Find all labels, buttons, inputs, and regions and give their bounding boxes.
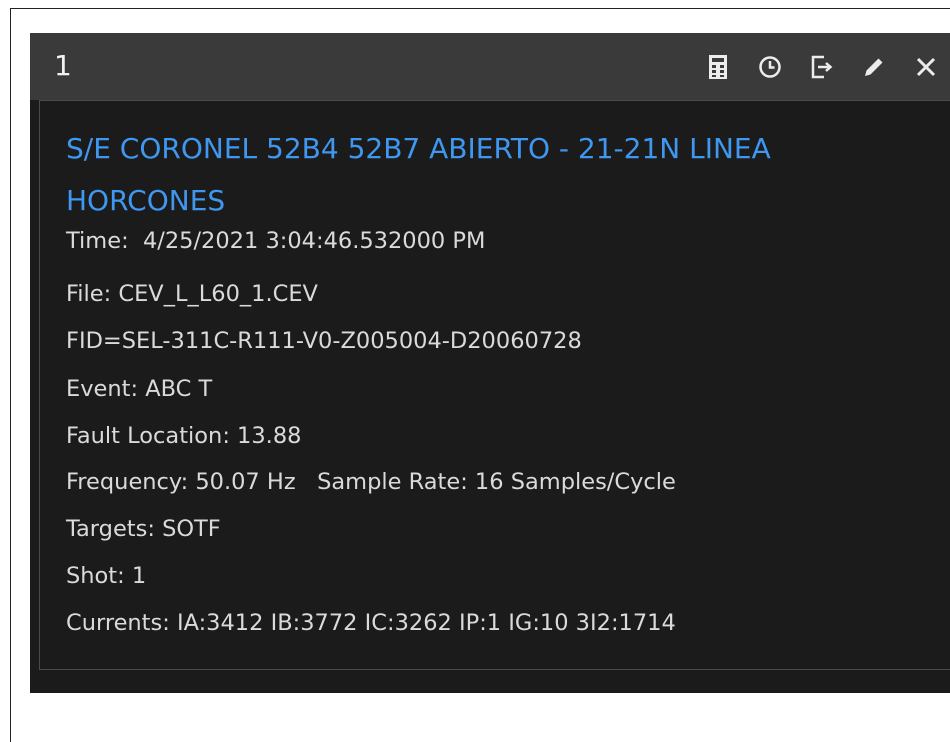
close-button[interactable] <box>910 50 942 84</box>
time-button[interactable] <box>754 50 786 84</box>
panel-toolbar <box>702 50 942 84</box>
clock-icon <box>759 56 781 78</box>
event-time: Time: 4/25/2021 3:04:46.532000 PM <box>66 228 486 254</box>
event-file: File: CEV_L_L60_1.CEV <box>66 281 318 307</box>
export-button[interactable] <box>806 50 838 84</box>
export-icon <box>811 55 833 79</box>
calculator-icon <box>709 55 727 79</box>
frequency-sample-rate: Frequency: 50.07 Hz Sample Rate: 16 Samp… <box>66 469 676 495</box>
event-targets: Targets: SOTF <box>66 516 221 542</box>
pencil-icon <box>865 58 883 76</box>
event-panel: 1 S/E CORONEL 52B4 52B7 ABIERTO - 21-21N… <box>30 33 950 693</box>
panel-titlebar: 1 <box>30 33 950 100</box>
event-shot: Shot: 1 <box>66 563 147 589</box>
calculator-button[interactable] <box>702 50 734 84</box>
event-title: S/E CORONEL 52B4 52B7 ABIERTO - 21-21N L… <box>66 132 771 217</box>
event-details: S/E CORONEL 52B4 52B7 ABIERTO - 21-21N L… <box>39 100 950 670</box>
event-fid: FID=SEL-311C-R111-V0-Z005004-D20060728 <box>66 328 582 354</box>
fault-location: Fault Location: 13.88 <box>66 423 302 449</box>
close-icon <box>916 57 936 77</box>
panel-number: 1 <box>54 49 72 82</box>
event-currents: Currents: IA:3412 IB:3772 IC:3262 IP:1 I… <box>66 610 676 636</box>
event-type: Event: ABC T <box>66 376 213 402</box>
edit-button[interactable] <box>858 50 890 84</box>
